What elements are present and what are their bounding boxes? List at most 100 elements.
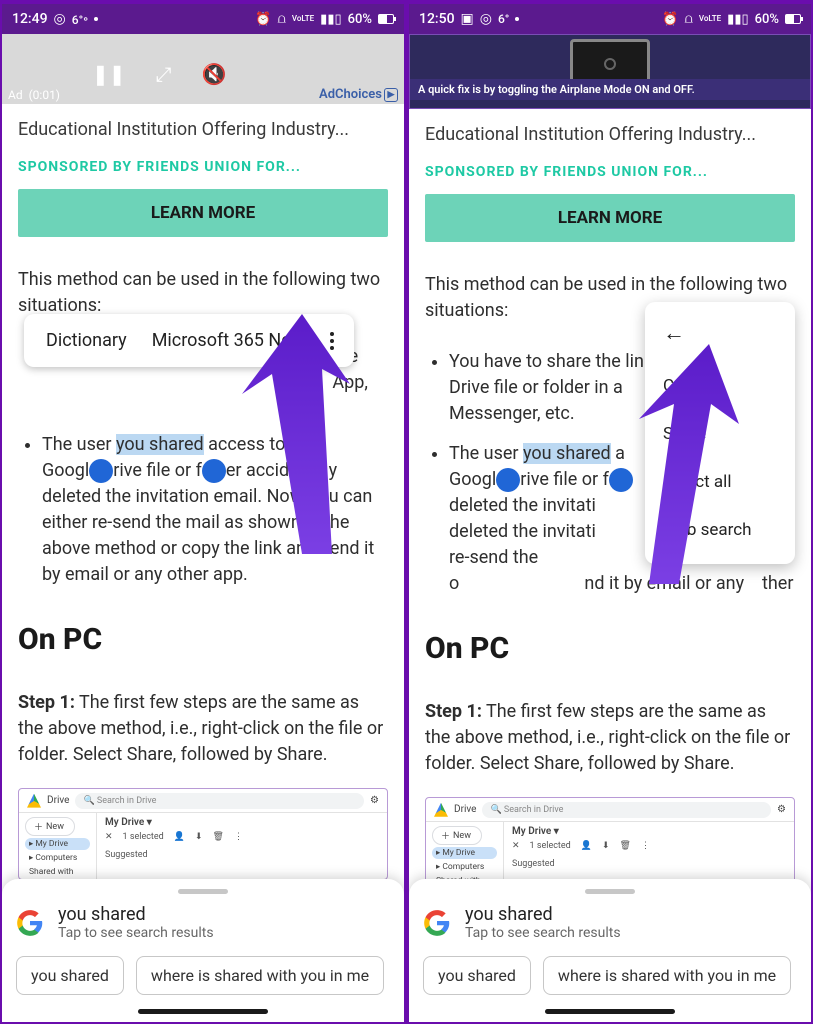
drive-screenshot: Drive 🔍 Search in Drive ⚙ ＋ New ▸ My Dri… <box>18 788 388 880</box>
drive-toolbar: ✕1 selected👤⬇🗑⋮ <box>512 841 786 851</box>
drive-side-computers[interactable]: ▸ Computers <box>25 852 90 864</box>
gallery-icon: ▣ <box>461 11 474 27</box>
notification-dot <box>515 17 519 21</box>
google-logo-icon <box>16 909 44 937</box>
learn-more-button[interactable]: LEARN MORE <box>425 194 795 242</box>
sponsor-block: Educational Institution Offering Industr… <box>2 104 404 175</box>
battery-pct: 60% <box>755 12 779 27</box>
drive-new-button[interactable]: ＋ New <box>25 817 75 836</box>
drive-settings-icon[interactable]: ⚙ <box>777 804 786 815</box>
volte-icon: VoLTE <box>699 15 721 23</box>
sponsor-block: Educational Institution Offering Industr… <box>409 109 811 180</box>
menu-select-all[interactable]: Select all <box>645 458 795 506</box>
drive-side-mydrive[interactable]: ▸ My Drive <box>25 838 90 850</box>
sponsor-byline: SPONSORED BY FRIENDS UNION FOR... <box>425 164 795 180</box>
google-logo-icon <box>423 909 451 937</box>
selected-text[interactable]: you shared <box>523 443 611 464</box>
drive-toolbar: ✕1 selected👤⬇🗑⋮ <box>105 832 379 842</box>
drive-logo-icon <box>434 803 448 817</box>
google-search-sheet[interactable]: you shared Tap to see search results you… <box>409 879 811 1022</box>
selection-handle-right[interactable] <box>609 468 633 492</box>
menu-back[interactable]: ← <box>645 312 795 362</box>
ad-label: Ad (0:01) <box>8 88 60 102</box>
status-bar: 12:50 ▣ ◎ 6° ⏰ ⩍ VoLTE ▮▮▯ 60% <box>409 4 811 34</box>
nav-home-indicator[interactable] <box>138 1009 268 1014</box>
sheet-sub: Tap to see search results <box>465 925 621 942</box>
intro-text: This method can be used in the following… <box>18 267 388 319</box>
sponsor-title: Educational Institution Offering Industr… <box>18 118 388 141</box>
battery-icon <box>378 14 394 24</box>
drive-brand: Drive <box>454 804 476 815</box>
learn-more-button[interactable]: LEARN MORE <box>18 189 388 237</box>
menu-copy[interactable]: Copy <box>645 362 795 410</box>
sheet-sub: Tap to see search results <box>58 925 214 942</box>
drive-screenshot: Drive 🔍 Search in Drive ⚙ ＋ New ▸ My Dri… <box>425 797 795 889</box>
drive-header[interactable]: My Drive ▾ <box>512 826 786 837</box>
drive-new-button[interactable]: ＋ New <box>432 826 482 845</box>
video-caption: A quick fix is by toggling the Airplane … <box>410 79 810 100</box>
heading-on-pc: On PC <box>18 618 388 662</box>
alarm-icon: ⏰ <box>662 12 678 27</box>
video-ad[interactable]: ❚❚ ⤢ 🔇 Ad (0:01) AdChoices▶ <box>2 34 404 104</box>
drive-suggested: Suggested <box>105 850 379 860</box>
drive-side-computers[interactable]: ▸ Computers <box>432 861 497 873</box>
menu-web-search[interactable]: Web search <box>645 506 795 554</box>
chip-2[interactable]: where is shared with you in me <box>136 956 384 995</box>
clock: 12:50 <box>419 11 455 27</box>
drive-header[interactable]: My Drive ▾ <box>105 817 379 828</box>
signal-icon: ▮▮▯ <box>727 12 748 27</box>
menu-share[interactable]: Share <box>645 410 795 458</box>
drive-suggested: Suggested <box>512 859 786 869</box>
drive-settings-icon[interactable]: ⚙ <box>370 795 379 806</box>
nav-home-indicator[interactable] <box>545 1009 675 1014</box>
toolbar-dictionary[interactable]: Dictionary <box>38 330 135 351</box>
status-bar: 12:49 ◎ 6°॰ ⏰ ⩍ VoLTE ▮▮▯ 60% <box>2 4 404 34</box>
alarm-icon: ⏰ <box>255 12 271 27</box>
sheet-handle[interactable] <box>178 889 228 894</box>
sheet-query: you shared <box>58 904 214 926</box>
battery-icon <box>785 14 801 24</box>
chip-1[interactable]: you shared <box>16 956 124 995</box>
fullscreen-icon[interactable]: ⤢ <box>156 62 172 86</box>
notification-dot <box>94 17 98 21</box>
heading-on-pc: On PC <box>425 627 795 671</box>
drive-search[interactable]: 🔍 Search in Drive <box>75 793 364 809</box>
video-ad[interactable]: A quick fix is by toggling the Airplane … <box>409 34 811 109</box>
drive-search[interactable]: 🔍 Search in Drive <box>482 802 771 818</box>
selection-handle-left[interactable] <box>496 468 520 492</box>
selected-text[interactable]: you shared <box>116 434 204 455</box>
drive-side-mydrive[interactable]: ▸ My Drive <box>432 847 497 859</box>
toolbar-ms365-note[interactable]: Microsoft 365 Note <box>144 330 315 351</box>
pause-icon[interactable]: ❚❚ <box>92 62 126 86</box>
sheet-handle[interactable] <box>585 889 635 894</box>
chip-2[interactable]: where is shared with you in me <box>543 956 791 995</box>
wifi-icon: ⩍ <box>684 12 692 27</box>
sponsor-title: Educational Institution Offering Industr… <box>425 123 795 146</box>
phone-left: 12:49 ◎ 6°॰ ⏰ ⩍ VoLTE ▮▮▯ 60% ❚❚ ⤢ 🔇 Ad … <box>0 0 406 1024</box>
wifi-icon: ⩍ <box>277 12 285 27</box>
weather: 6° <box>498 12 509 26</box>
phone-right: 12:50 ▣ ◎ 6° ⏰ ⩍ VoLTE ▮▮▯ 60% A quick f… <box>406 0 813 1024</box>
selection-handle-right[interactable] <box>202 459 226 483</box>
text-selection-toolbar: Dictionary Microsoft 365 Note <box>24 314 354 367</box>
signal-icon: ▮▮▯ <box>320 12 341 27</box>
step-1: Step 1: The first few steps are the same… <box>18 690 388 768</box>
toolbar-more-icon[interactable] <box>324 332 340 350</box>
google-search-sheet[interactable]: you shared Tap to see search results you… <box>2 879 404 1022</box>
sponsor-byline: SPONSORED BY FRIENDS UNION FOR... <box>18 159 388 175</box>
adchoices-link[interactable]: AdChoices▶ <box>319 87 398 102</box>
sponsor-name[interactable]: FRIENDS UNION FOR... <box>137 159 301 175</box>
instagram-icon: ◎ <box>480 11 492 27</box>
instagram-icon: ◎ <box>54 11 66 27</box>
drive-logo-icon <box>27 794 41 808</box>
context-menu: ← Copy Share Select all Web search <box>645 302 795 564</box>
mute-icon[interactable]: 🔇 <box>202 62 227 86</box>
bullet-2: The user you shared access to you Googlr… <box>42 432 388 589</box>
chip-1[interactable]: you shared <box>423 956 531 995</box>
volte-icon: VoLTE <box>292 15 314 23</box>
drive-brand: Drive <box>47 795 69 806</box>
selection-handle-left[interactable] <box>89 459 113 483</box>
sponsor-name[interactable]: FRIENDS UNION FOR... <box>544 164 708 180</box>
clock: 12:49 <box>12 11 48 27</box>
battery-pct: 60% <box>348 12 372 27</box>
